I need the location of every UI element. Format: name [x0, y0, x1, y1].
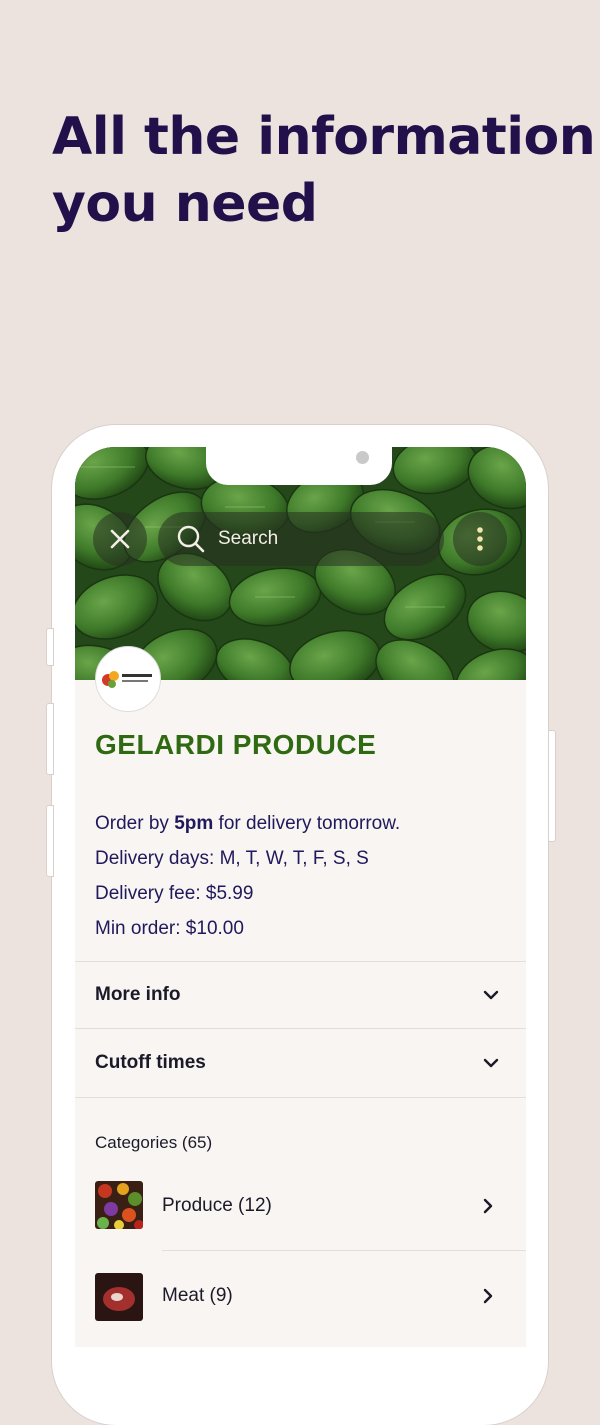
order-suffix: for delivery tomorrow.	[213, 813, 401, 834]
min-order: Min order: $10.00	[95, 918, 244, 939]
produce-thumbnail	[95, 1181, 143, 1229]
delivery-fee: Delivery fee: $5.99	[95, 883, 254, 904]
search-bar[interactable]: Search	[158, 512, 444, 566]
chevron-right-icon	[483, 1198, 493, 1214]
order-cutoff-text: Order by 5pm for delivery tomorrow.	[95, 813, 400, 835]
search-icon	[177, 525, 205, 553]
order-prefix: Order by	[95, 813, 175, 834]
hero-image-basil: Search	[75, 447, 526, 680]
produce-thumbnail-image	[97, 1183, 143, 1229]
categories-header: Categories (65)	[95, 1133, 213, 1152]
divider	[75, 961, 526, 962]
phone-screen: Search GELARDI PRODUCE Order by 5pm for …	[75, 447, 526, 1347]
search-label: Search	[218, 528, 279, 549]
phone-side-button	[46, 805, 54, 877]
vendor-logo-mark	[102, 671, 152, 688]
order-time: 5pm	[174, 813, 214, 834]
vendor-name: GELARDI PRODUCE	[95, 729, 377, 760]
divider	[162, 1250, 526, 1251]
phone-side-button	[46, 628, 54, 666]
phone-side-button	[548, 730, 556, 842]
headline-line-1: All the information	[52, 107, 596, 167]
more-info-label: More info	[95, 984, 181, 1005]
camera-dot	[356, 451, 369, 464]
phone-notch	[206, 447, 392, 485]
close-icon	[110, 529, 130, 549]
meat-thumbnail	[95, 1273, 143, 1321]
headline-line-2: you need	[52, 174, 318, 234]
close-button[interactable]	[93, 512, 147, 566]
cutoff-times-label: Cutoff times	[95, 1052, 206, 1073]
chevron-down-icon	[483, 990, 499, 1000]
phone-side-button	[46, 703, 54, 775]
meat-thumbnail-image	[103, 1287, 135, 1311]
delivery-days: Delivery days: M, T, W, T, F, S, S	[95, 848, 369, 869]
category-label-meat: Meat (9)	[162, 1285, 233, 1306]
chevron-right-icon	[483, 1288, 493, 1304]
headline: All the information you need	[52, 104, 596, 238]
more-vertical-icon	[477, 527, 483, 551]
category-label-produce: Produce (12)	[162, 1195, 272, 1216]
vendor-logo	[95, 646, 161, 712]
divider	[75, 1097, 526, 1098]
more-options-button[interactable]	[453, 512, 507, 566]
chevron-down-icon	[483, 1058, 499, 1068]
divider	[75, 1028, 526, 1029]
